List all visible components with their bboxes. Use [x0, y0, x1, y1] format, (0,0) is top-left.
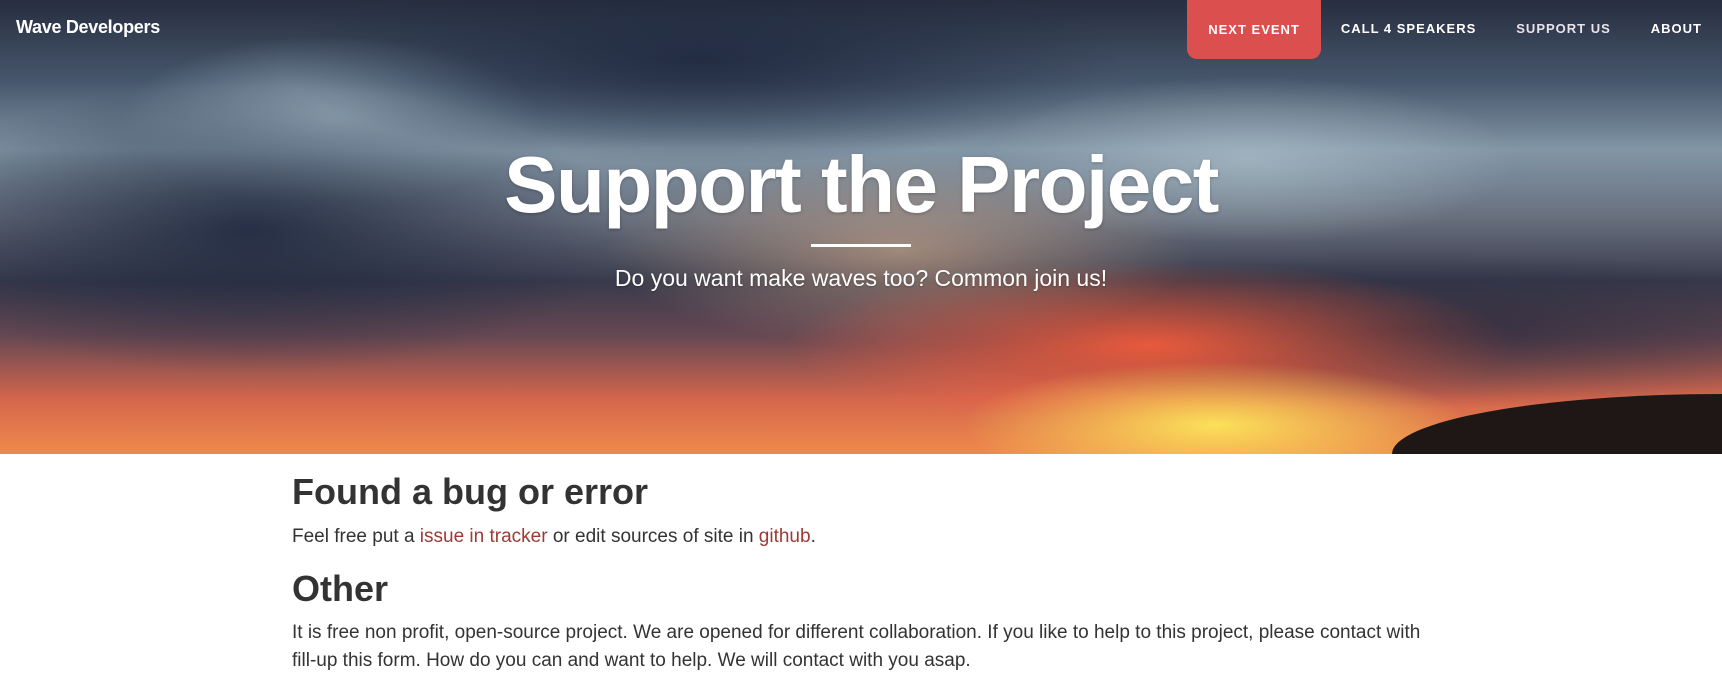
nav-about[interactable]: ABOUT: [1631, 0, 1722, 56]
page-subtitle: Do you want make waves too? Common join …: [614, 265, 1108, 291]
bug-paragraph: Feel free put a issue in tracker or edit…: [292, 523, 1432, 551]
bug-text-after: .: [810, 525, 816, 547]
brand-link[interactable]: Wave Developers: [16, 17, 160, 38]
hero-header: Wave Developers NEXT EVENT CALL 4 SPEAKE…: [0, 0, 1722, 454]
main-content: Found a bug or error Feel free put a iss…: [292, 472, 1432, 693]
bug-text-before: Feel free put a: [292, 525, 420, 547]
other-heading: Other: [292, 567, 389, 609]
bug-section: Found a bug or error Feel free put a iss…: [292, 472, 1432, 551]
bug-heading: Found a bug or error: [292, 471, 648, 512]
other-section: Other It is free non profit, open-source…: [292, 567, 1432, 676]
other-paragraph: It is free non profit, open-source proje…: [292, 622, 1421, 672]
title-divider: [811, 244, 911, 247]
issue-tracker-link[interactable]: issue in tracker: [420, 526, 548, 547]
nav-links: NEXT EVENT CALL 4 SPEAKERS SUPPORT US AB…: [1187, 0, 1722, 59]
nav-call-4-speakers[interactable]: CALL 4 SPEAKERS: [1321, 0, 1496, 56]
bug-text-middle: or edit sources of site in: [547, 525, 759, 547]
nav-next-event[interactable]: NEXT EVENT: [1187, 0, 1321, 59]
nav-support-us[interactable]: SUPPORT US: [1496, 0, 1631, 56]
github-link[interactable]: github: [759, 526, 811, 547]
hero-content: Support the Project Do you want make wav…: [0, 145, 1722, 293]
page-title: Support the Project: [504, 140, 1219, 229]
navbar: Wave Developers NEXT EVENT CALL 4 SPEAKE…: [0, 0, 1722, 59]
